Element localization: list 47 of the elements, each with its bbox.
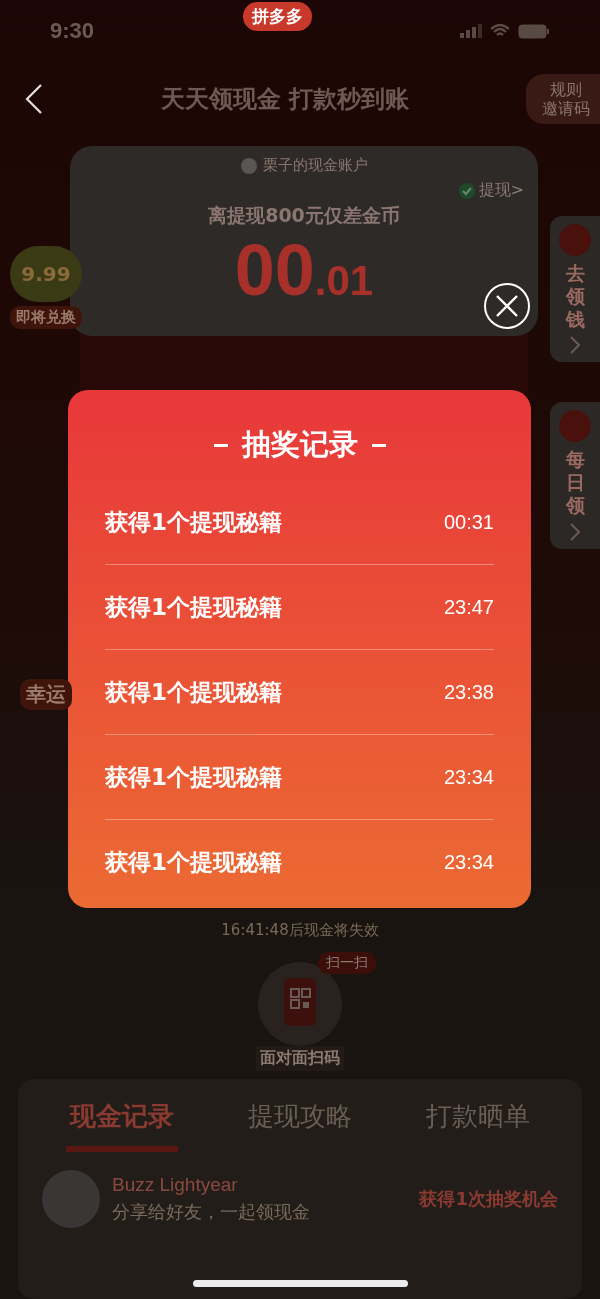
record-time: 00:31 bbox=[443, 510, 494, 534]
side-tab[interactable]: 每日领 bbox=[550, 402, 600, 549]
exchange-label: 即将兑换 bbox=[10, 306, 82, 329]
user-name: Buzz Lightyear bbox=[112, 1174, 239, 1196]
side-tab[interactable]: 去领钱 bbox=[550, 216, 600, 363]
scan-tag: 扫一扫 bbox=[318, 952, 376, 974]
feed-message: 分享给好友，一起领现金 bbox=[112, 1200, 311, 1224]
check-icon bbox=[458, 182, 475, 199]
record-text: 获得1个提现秘籍 bbox=[105, 592, 282, 622]
record-text: 获得1个提现秘籍 bbox=[105, 762, 282, 792]
record-time: 23:34 bbox=[443, 850, 494, 874]
record-time: 23:34 bbox=[443, 765, 494, 789]
tab[interactable]: 提现攻略 bbox=[244, 1093, 356, 1152]
lucky-label: 幸运 bbox=[20, 679, 72, 710]
chevron-icon bbox=[570, 336, 580, 355]
rules-button[interactable]: 规则 邀请码 bbox=[526, 73, 600, 125]
close-button[interactable] bbox=[484, 283, 530, 329]
coin-value: 9.99 bbox=[10, 246, 82, 302]
app-badge: 拼多多 bbox=[242, 1, 312, 31]
back-icon[interactable] bbox=[24, 83, 44, 115]
scan-label[interactable]: 面对面扫码 bbox=[256, 1046, 344, 1071]
wifi-icon bbox=[490, 24, 510, 38]
reward-text: 获得1次抽奖机会 bbox=[419, 1187, 558, 1211]
dash-icon bbox=[213, 443, 228, 447]
page-title: 天天领现金 打款秒到账 bbox=[159, 84, 411, 115]
withdraw-link[interactable]: 提现> bbox=[478, 180, 524, 201]
account-owner: 栗子的现金账户 bbox=[262, 156, 368, 175]
close-icon bbox=[494, 293, 520, 319]
tab[interactable]: 打款晒单 bbox=[422, 1093, 534, 1152]
record-time: 23:38 bbox=[443, 680, 494, 704]
tab[interactable]: 现金记录 bbox=[66, 1093, 178, 1152]
side-badge-icon bbox=[559, 224, 591, 256]
dialog-title: 抽奖记录 bbox=[241, 426, 358, 463]
side-badge-icon bbox=[559, 410, 591, 443]
signal-icon bbox=[460, 24, 482, 38]
record-time: 23:47 bbox=[443, 595, 494, 619]
status-time: 9:30 bbox=[50, 18, 95, 44]
record-text: 获得1个提现秘籍 bbox=[105, 507, 282, 537]
dash-icon bbox=[371, 443, 386, 447]
battery-icon bbox=[518, 23, 550, 39]
chevron-icon bbox=[570, 522, 580, 541]
record-text: 获得1个提现秘籍 bbox=[105, 677, 282, 707]
caption: 离提现800元仅差金币 bbox=[208, 203, 400, 228]
record-text: 获得1个提现秘籍 bbox=[105, 847, 282, 877]
countdown-text: 16:41:48后现金将失效 bbox=[221, 921, 379, 940]
coin-amount: 00.01 bbox=[234, 229, 374, 311]
avatar-icon bbox=[240, 157, 257, 174]
